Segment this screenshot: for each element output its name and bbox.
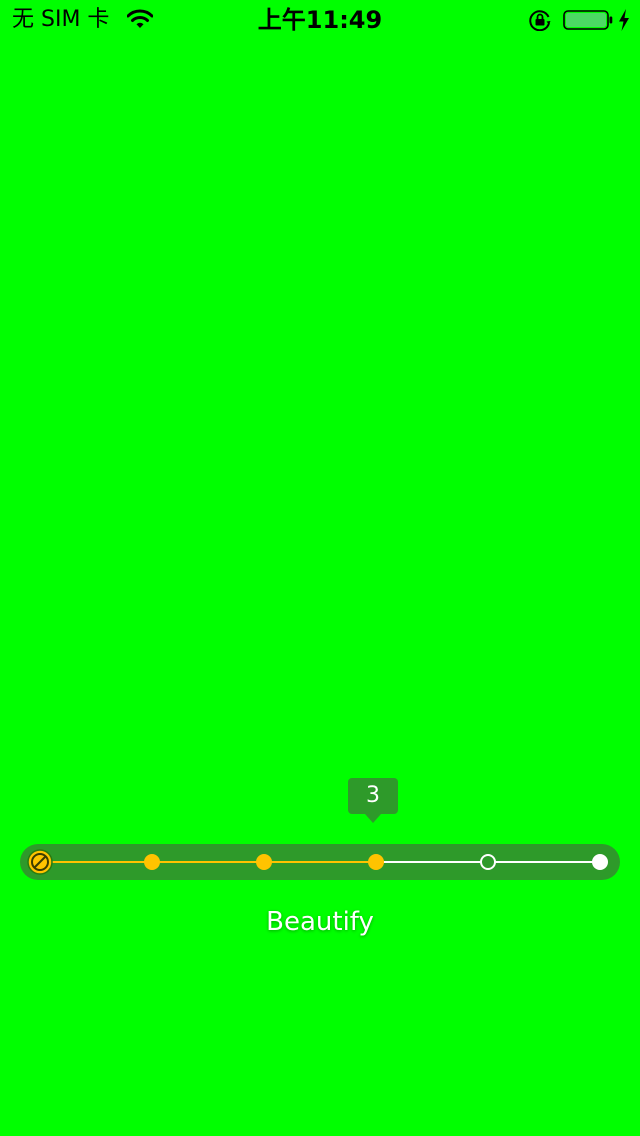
filter-intensity-slider[interactable] — [20, 844, 620, 880]
slider-value-bubble: 3 — [348, 778, 398, 823]
charging-icon — [619, 9, 629, 31]
status-bar: 无 SIM 卡 上午11:49 — [0, 0, 640, 40]
slider-stop-4[interactable] — [480, 854, 496, 870]
slider-stop-3[interactable] — [368, 854, 384, 870]
slider-stop-2[interactable] — [256, 854, 272, 870]
lock-rotation-icon — [529, 10, 551, 31]
battery-icon — [563, 10, 613, 30]
slider-stop-5[interactable] — [592, 854, 608, 870]
no-filter-icon[interactable] — [27, 849, 53, 875]
filter-name-label: Beautify — [266, 907, 374, 937]
slider-stop-1[interactable] — [144, 854, 160, 870]
slider-graphic[interactable] — [20, 844, 620, 880]
